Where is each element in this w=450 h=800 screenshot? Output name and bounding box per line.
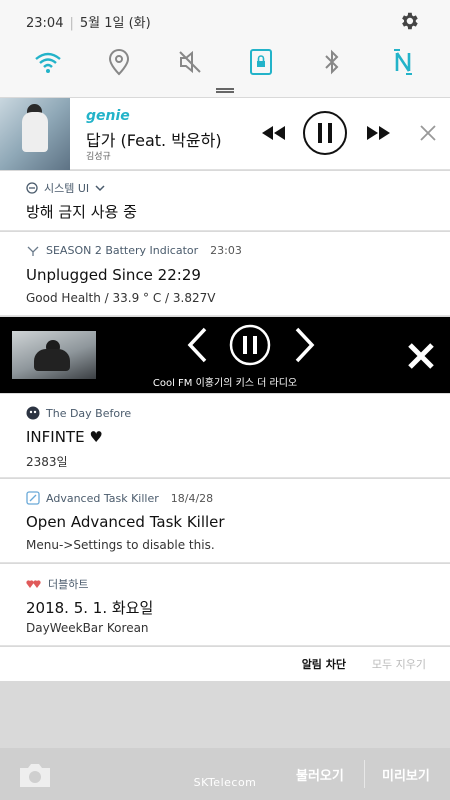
radio-pause-button[interactable] — [228, 323, 272, 367]
app-name: 더블하트 — [48, 578, 89, 591]
notification-time: 23:03 — [210, 244, 242, 257]
rewind-icon[interactable] — [256, 110, 290, 156]
fast-forward-icon[interactable] — [362, 110, 396, 156]
notification-title: Unplugged Since 22:29 — [26, 266, 201, 284]
day-before-app-icon — [26, 406, 40, 420]
radio-caption: Cool FM 이홍기의 키스 더 라디오 — [152, 378, 298, 389]
radio-thumbnail — [12, 331, 96, 379]
sound-off-icon[interactable] — [172, 44, 208, 80]
app-name: Advanced Task Killer — [46, 491, 159, 505]
song-artist: 김성규 — [86, 152, 111, 162]
next-icon[interactable] — [288, 323, 322, 367]
lockscreen-bottom-bar: SKTelecom 불러오기 미리보기 — [0, 748, 450, 800]
app-name: SEASON 2 Battery Indicator — [46, 244, 199, 257]
battery-app-icon — [27, 246, 39, 256]
app-name: 시스템 UI — [44, 182, 90, 195]
datetime: 23:04 | 5월 1일 (화) — [26, 12, 151, 31]
minus-circle-icon — [26, 182, 38, 194]
music-notification[interactable]: genie 답가 (Feat. 박윤하) 김성규 — [0, 98, 450, 170]
double-heart-notification[interactable]: 더블하트 2018. 5. 1. 화요일 DayWeekBar Korean — [0, 564, 450, 646]
app-name: The Day Before — [46, 406, 132, 420]
separator: | — [69, 16, 74, 31]
notification-text: Menu->Settings to disable this. — [26, 538, 215, 552]
quick-settings-row — [0, 44, 450, 80]
close-icon[interactable] — [414, 110, 442, 156]
notification-text: Good Health / 33.9 ° C / 3.827V — [26, 291, 216, 305]
notification-title: Open Advanced Task Killer — [26, 513, 225, 531]
date-text: 5월 1일 (화) — [79, 16, 151, 31]
system-ui-notification[interactable]: 시스템 UI 방해 금지 사용 중 — [0, 171, 450, 231]
app-header: Advanced Task Killer 18/4/28 — [26, 491, 213, 505]
button-divider — [364, 760, 365, 788]
lock-rotation-icon[interactable] — [243, 44, 279, 80]
chevron-down-icon[interactable] — [95, 184, 105, 192]
bluetooth-icon[interactable] — [314, 44, 350, 80]
app-header: 더블하트 — [26, 576, 88, 592]
notification-footer: 알림 차단 모두 지우기 — [0, 647, 450, 681]
wifi-icon[interactable] — [30, 44, 66, 80]
task-killer-notification[interactable]: Advanced Task Killer 18/4/28 Open Advanc… — [0, 479, 450, 563]
app-header: SEASON 2 Battery Indicator 23:03 — [26, 244, 242, 257]
genie-logo: genie — [86, 108, 130, 124]
notification-title: 2018. 5. 1. 화요일 — [26, 599, 154, 617]
pause-button[interactable] — [302, 110, 348, 156]
notification-title: INFINTE ♥ — [26, 428, 103, 446]
time-text: 23:04 — [26, 16, 64, 31]
radio-close-icon[interactable] — [404, 339, 438, 373]
nfc-icon[interactable] — [385, 44, 421, 80]
quick-panel-header: 23:04 | 5월 1일 (화) — [0, 0, 450, 97]
notification-time: 18/4/28 — [170, 491, 214, 505]
notification-title: 방해 금지 사용 중 — [26, 203, 137, 221]
previous-icon[interactable] — [180, 323, 214, 367]
radio-notification[interactable]: Cool FM 이홍기의 키스 더 라디오 — [0, 317, 450, 393]
preview-button[interactable]: 미리보기 — [382, 765, 430, 784]
clear-all-button[interactable]: 모두 지우기 — [372, 656, 426, 672]
battery-notification[interactable]: SEASON 2 Battery Indicator 23:03 Unplugg… — [0, 232, 450, 316]
album-art-figure — [22, 112, 48, 152]
block-notifications-button[interactable]: 알림 차단 — [302, 656, 346, 672]
app-header: 시스템 UI — [26, 180, 105, 196]
settings-gear-icon[interactable] — [398, 10, 420, 32]
notification-text: DayWeekBar Korean — [26, 621, 149, 635]
location-icon[interactable] — [101, 44, 137, 80]
drag-handle[interactable] — [216, 88, 234, 93]
task-killer-app-icon — [26, 491, 40, 505]
app-header: The Day Before — [26, 406, 131, 420]
day-before-notification[interactable]: The Day Before INFINTE ♥ 2383일 — [0, 394, 450, 478]
song-title: 답가 (Feat. 박윤하) — [86, 131, 222, 150]
double-heart-app-icon — [26, 580, 41, 588]
notification-text: 2383일 — [26, 455, 68, 469]
album-art — [0, 98, 70, 170]
load-button[interactable]: 불러오기 — [296, 765, 344, 784]
thumbnail-figure — [34, 349, 70, 371]
